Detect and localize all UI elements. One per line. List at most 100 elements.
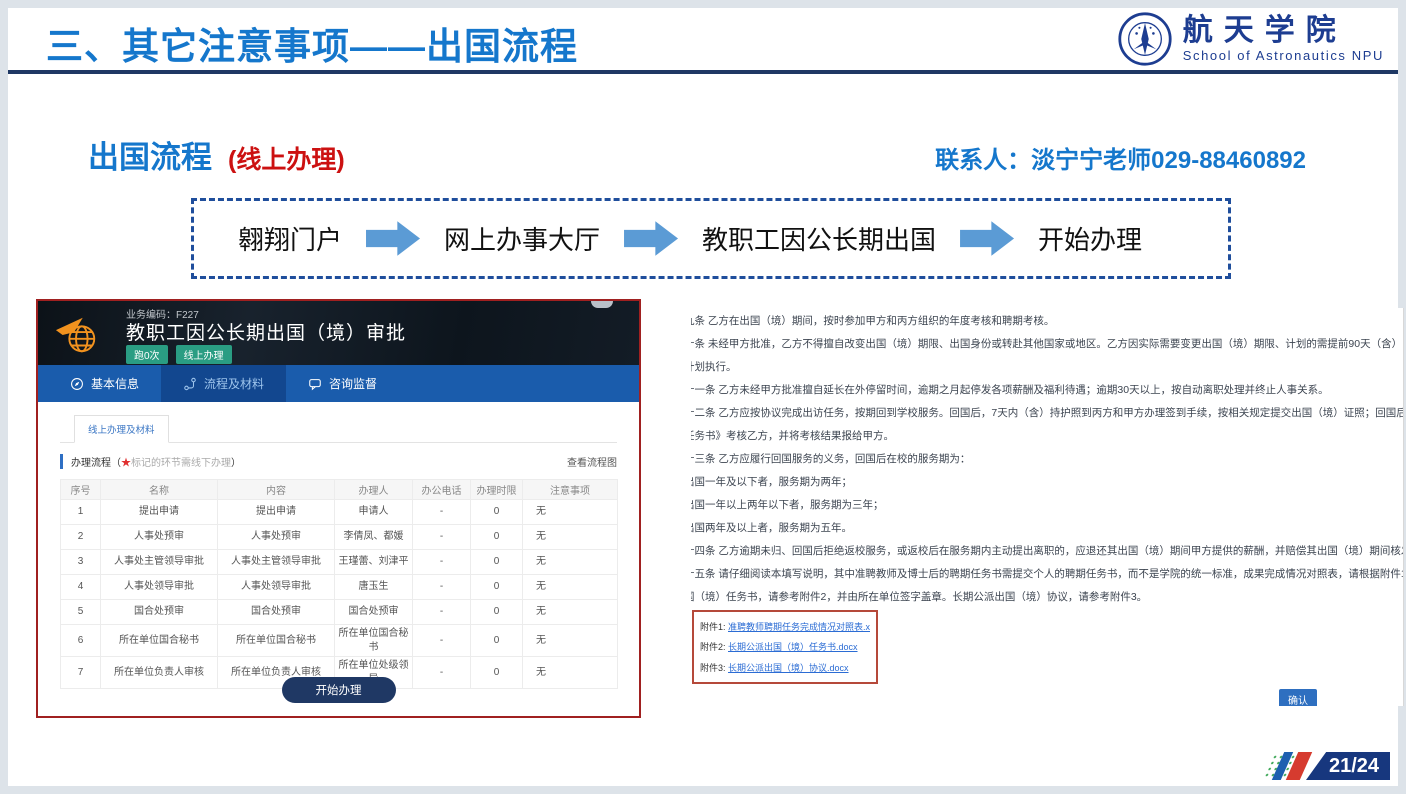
section-subtitle: (线上办理)	[228, 140, 345, 176]
table-cell: 0	[471, 657, 523, 689]
tab-bar: 线上办理及材料	[60, 414, 617, 443]
table-cell: 无	[523, 600, 618, 625]
agreement-text-segment: 十一条 乙方未经甲方批准擅自延长在外停留时间，逾期之月起停发各项薪酬及福利待遇；…	[691, 384, 1329, 396]
table-cell: 所在单位国合秘书	[335, 625, 413, 657]
table-row: 6所在单位国合秘书所在单位国合秘书所在单位国合秘书-0无	[61, 625, 618, 657]
arrow-right-icon	[366, 221, 420, 257]
table-cell: 所在单位负责人审核	[101, 657, 218, 689]
table-header-cell: 办理人	[335, 480, 413, 500]
flow-step: 开始办理	[1038, 220, 1142, 257]
nav-item-label: 流程及材料	[204, 375, 264, 392]
agreement-text-segment: 出国一年以上两年以下者，服务期为三年；	[691, 499, 884, 511]
flow-step: 教职工因公长期出国	[702, 220, 936, 257]
table-cell: 0	[471, 500, 523, 525]
table-cell: 提出申请	[101, 500, 218, 525]
agreement-text-segment: 十四条 乙方逾期未归、回国后拒绝返校服务，或返校后在服务期内主动提出离职的，应退…	[691, 545, 1403, 557]
agreement-text-segment: 国（境）任务书，请参考附件2，并由所在单位签字盖章。长期公派出国（境）协议，请参…	[691, 591, 1147, 603]
agreement-text-segment: 出国两年及以上者，服务期为五年。	[691, 522, 852, 534]
school-emblem-icon	[1117, 11, 1173, 67]
table-cell: 人事处领导审批	[218, 575, 335, 600]
agreement-text-segment: 出国一年及以下者，服务期为两年；	[691, 476, 852, 488]
table-header-row: 序号名称内容办理人办公电话办理时限注意事项	[61, 480, 618, 500]
agreement-line: 国（境）任务书，请参考附件2，并由所在单位签字盖章。长期公派出国（境）协议，请参…	[691, 586, 1403, 609]
attachment-link[interactable]: 长期公派出国（境）协议.docx	[728, 663, 849, 673]
attachments-box: 附件1: 准聘教师聘期任务完成情况对照表.xlsx 附件2: 长期公派出国（境）任…	[692, 610, 878, 684]
portal-header: 业务编码：F227 教职工因公长期出国（境）审批 跑0次 线上办理	[38, 301, 639, 365]
agreement-text-segment: 十三条 乙方应履行回国服务的义务，回国后在校的服务期为：	[691, 453, 970, 465]
attachment-link[interactable]: 准聘教师聘期任务完成情况对照表.xlsx	[728, 622, 870, 632]
table-cell: 1	[61, 500, 101, 525]
table-header-cell: 注意事项	[523, 480, 618, 500]
header-divider	[8, 70, 1398, 74]
table-row: 4人事处领导审批人事处领导审批唐玉生-0无	[61, 575, 618, 600]
table-cell: 李倩凤、都媛	[335, 525, 413, 550]
table-cell: -	[413, 575, 471, 600]
flow-step: 翱翔门户	[238, 220, 342, 257]
school-name-cn: 航天学院	[1183, 14, 1347, 48]
portal-body: 线上办理及材料 办理流程（★标记的环节需线下办理） 查看流程图 序号名称内容办理…	[38, 402, 639, 716]
section-title: 出国流程	[88, 132, 212, 177]
portal-screenshot: 业务编码：F227 教职工因公长期出国（境）审批 跑0次 线上办理 基本信息 流程…	[36, 299, 641, 718]
table-cell: 0	[471, 525, 523, 550]
visits-badge: 跑0次	[126, 345, 168, 364]
agreement-line: 十三条 乙方应履行回国服务的义务，回国后在校的服务期为：	[691, 448, 1403, 471]
table-row: 3人事处主管领导审批人事处主管领导审批王瑾蕾、刘津平-0无	[61, 550, 618, 575]
confirm-button[interactable]: 确认	[1279, 689, 1317, 706]
table-cell: 所在单位国合秘书	[101, 625, 218, 657]
table-cell: 无	[523, 550, 618, 575]
table-cell: 无	[523, 525, 618, 550]
table-cell: 人事处预审	[218, 525, 335, 550]
agreement-line: 计划执行。	[691, 356, 1403, 379]
table-row: 5国合处预审国合处预审国合处预审-0无	[61, 600, 618, 625]
slide: 三、其它注意事项——出国流程 航天学院 School of Astronauti…	[8, 8, 1398, 786]
attachment-row: 附件1: 准聘教师聘期任务完成情况对照表.xlsx	[700, 620, 870, 633]
school-name-en: School of Astronautics NPU	[1183, 48, 1384, 64]
page-title: 三、其它注意事项——出国流程	[46, 16, 578, 70]
agreement-text-segment: 十二条 乙方应按协议完成出访任务，按期回到学校服务。回国后，7天内（含）持护照到…	[691, 407, 1403, 419]
arrow-right-icon	[624, 221, 678, 257]
table-cell: 无	[523, 657, 618, 689]
table-cell: 国合处预审	[218, 600, 335, 625]
table-cell: 国合处预审	[101, 600, 218, 625]
start-processing-button[interactable]: 开始办理	[282, 677, 396, 703]
table-header-cell: 办理时限	[471, 480, 523, 500]
agreement-line: 出国一年及以下者，服务期为两年；	[691, 471, 1403, 494]
table-row: 2人事处预审人事处预审李倩凤、都媛-0无	[61, 525, 618, 550]
table-header-cell: 序号	[61, 480, 101, 500]
table-cell: 0	[471, 600, 523, 625]
table-cell: 无	[523, 625, 618, 657]
table-cell: 3	[61, 550, 101, 575]
agreement-text: 九条 乙方在出国（境）期间，按时参加甲方和丙方组织的年度考核和聘期考核。十条 未…	[691, 310, 1403, 609]
agreement-line: 十一条 乙方未经甲方批准擅自延长在外停留时间，逾期之月起停发各项薪酬及福利待遇；…	[691, 379, 1403, 402]
agreement-line: 出国两年及以上者，服务期为五年。	[691, 517, 1403, 540]
table-header-cell: 内容	[218, 480, 335, 500]
attachment-label: 附件2:	[700, 642, 728, 652]
table-cell: 人事处主管领导审批	[218, 550, 335, 575]
table-cell: 6	[61, 625, 101, 657]
process-heading: 办理流程（★标记的环节需线下办理）	[60, 454, 241, 469]
school-logo: 航天学院 School of Astronautics NPU	[1117, 11, 1384, 67]
table-cell: -	[413, 625, 471, 657]
nav-item-咨询监督[interactable]: 咨询监督	[286, 365, 399, 402]
table-cell: 人事处预审	[101, 525, 218, 550]
star-icon: ★	[121, 458, 131, 469]
table-cell: 人事处主管领导审批	[101, 550, 218, 575]
table-cell: 0	[471, 550, 523, 575]
table-row: 1提出申请提出申请申请人-0无	[61, 500, 618, 525]
attachment-link[interactable]: 长期公派出国（境）任务书.docx	[728, 642, 858, 652]
nav-item-流程及材料[interactable]: 流程及材料	[161, 365, 286, 402]
nav-item-基本信息[interactable]: 基本信息	[48, 365, 161, 402]
agreement-line: 十五条 请仔细阅读本填写说明，其中准聘教师及博士后的聘期任务书需提交个人的聘期任…	[691, 563, 1403, 586]
agreement-line: 十四条 乙方逾期未归、回国后拒绝返校服务，或返校后在服务期内主动提出离职的，应退…	[691, 540, 1403, 563]
contact-info: 联系人：淡宁宁老师029-88460892	[935, 140, 1306, 175]
view-flowchart-link[interactable]: 查看流程图	[567, 454, 617, 469]
agreement-line: 出国一年以上两年以下者，服务期为三年；	[691, 494, 1403, 517]
agreement-text-segment: 九条 乙方在出国（境）期间，按时参加甲方和丙方组织的年度考核和聘期考核。	[691, 315, 1054, 327]
portal-nav: 基本信息 流程及材料 咨询监督	[38, 365, 639, 402]
table-cell: 唐玉生	[335, 575, 413, 600]
tab-online-materials[interactable]: 线上办理及材料	[74, 415, 169, 443]
agreement-text-segment: 十条 未经甲方批准，乙方不得擅自改变出国（境）期限、出国身份或转赴其他国家或地区…	[691, 338, 1403, 350]
table-cell: 国合处预审	[335, 600, 413, 625]
page-number: 21/24	[1329, 755, 1379, 778]
arrow-right-icon	[960, 221, 1014, 257]
